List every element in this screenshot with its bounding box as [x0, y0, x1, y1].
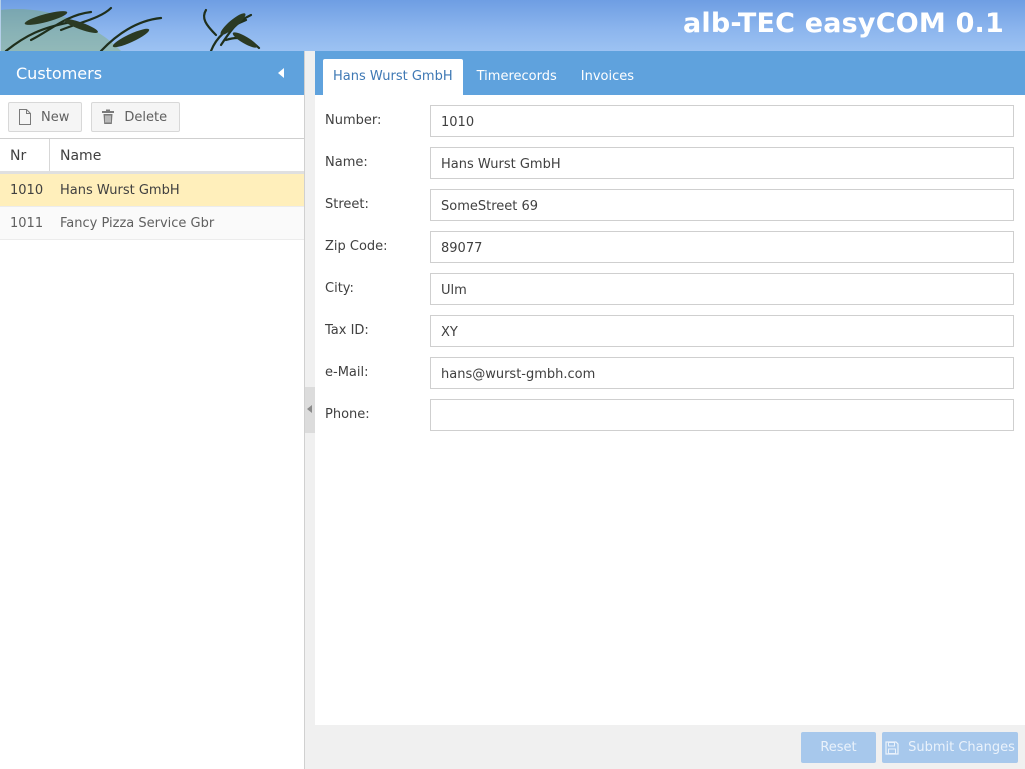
- tab-invoices[interactable]: Invoices: [571, 59, 644, 95]
- customers-panel-header: Customers: [0, 51, 304, 95]
- customers-panel-title: Customers: [16, 64, 103, 83]
- save-icon: [885, 740, 899, 755]
- email-field: e-Mail:: [325, 357, 1015, 389]
- number-field: Number:: [325, 105, 1015, 137]
- column-header-nr[interactable]: Nr: [0, 139, 50, 171]
- street-input[interactable]: [430, 189, 1014, 221]
- street-label: Street:: [325, 197, 369, 212]
- email-label: e-Mail:: [325, 365, 369, 380]
- panel-splitter[interactable]: [305, 51, 315, 769]
- new-document-icon: [19, 109, 31, 125]
- collapse-left-icon[interactable]: [278, 68, 284, 78]
- name-input[interactable]: [430, 147, 1014, 179]
- zip-code-label: Zip Code:: [325, 239, 388, 254]
- customer-detail-panel: Hans Wurst GmbH Timerecords Invoices Num…: [315, 51, 1025, 769]
- tab-customer-details[interactable]: Hans Wurst GmbH: [323, 59, 463, 95]
- customers-toolbar: New Delete: [0, 95, 304, 139]
- customer-row[interactable]: 1010 Hans Wurst GmbH: [0, 174, 304, 207]
- reset-button[interactable]: Reset: [801, 732, 876, 763]
- submit-button-label: Submit Changes: [908, 740, 1015, 755]
- email-input[interactable]: [430, 357, 1014, 389]
- app-header: alb-TEC easyCOM 0.1: [0, 0, 1025, 51]
- tax-id-input[interactable]: [430, 315, 1014, 347]
- delete-button-label: Delete: [124, 109, 168, 125]
- phone-input[interactable]: [430, 399, 1014, 431]
- name-field: Name:: [325, 147, 1015, 179]
- customer-form: Number: Name: Street: Zip Code: City: Ta…: [315, 95, 1025, 725]
- city-field: City:: [325, 273, 1015, 305]
- customer-name-cell: Fancy Pizza Service Gbr: [60, 215, 215, 231]
- trash-icon: [102, 109, 115, 124]
- customer-nr-cell: 1010: [10, 182, 44, 198]
- new-customer-button[interactable]: New: [8, 102, 83, 132]
- customer-nr-cell: 1011: [10, 215, 44, 231]
- customer-name-cell: Hans Wurst GmbH: [60, 182, 180, 198]
- name-label: Name:: [325, 155, 368, 170]
- customer-row[interactable]: 1011 Fancy Pizza Service Gbr: [0, 207, 304, 240]
- delete-customer-button[interactable]: Delete: [91, 102, 181, 132]
- reset-button-label: Reset: [820, 740, 857, 755]
- tab-timerecords[interactable]: Timerecords: [467, 59, 567, 95]
- city-input[interactable]: [430, 273, 1014, 305]
- app-title: alb-TEC easyCOM 0.1: [683, 8, 1004, 39]
- number-input[interactable]: [430, 105, 1014, 137]
- tax-id-label: Tax ID:: [325, 323, 369, 338]
- city-label: City:: [325, 281, 354, 296]
- phone-field: Phone:: [325, 399, 1015, 431]
- submit-changes-button[interactable]: Submit Changes: [882, 732, 1018, 763]
- customers-panel: Customers New Delete Nr Name 1010 Hans W…: [0, 51, 305, 769]
- tax-id-field: Tax ID:: [325, 315, 1015, 347]
- number-label: Number:: [325, 113, 382, 128]
- customers-grid-header: Nr Name: [0, 139, 304, 174]
- street-field: Street:: [325, 189, 1015, 221]
- zip-code-input[interactable]: [430, 231, 1014, 263]
- form-footer: Reset Submit Changes: [315, 725, 1025, 769]
- zip-code-field: Zip Code:: [325, 231, 1015, 263]
- splitter-collapse-icon[interactable]: [305, 387, 315, 433]
- new-button-label: New: [41, 109, 70, 125]
- phone-label: Phone:: [325, 407, 370, 422]
- detail-tabbar: Hans Wurst GmbH Timerecords Invoices: [315, 51, 1025, 95]
- palm-tree-banner-image: [1, 6, 261, 51]
- column-header-name[interactable]: Name: [50, 139, 304, 171]
